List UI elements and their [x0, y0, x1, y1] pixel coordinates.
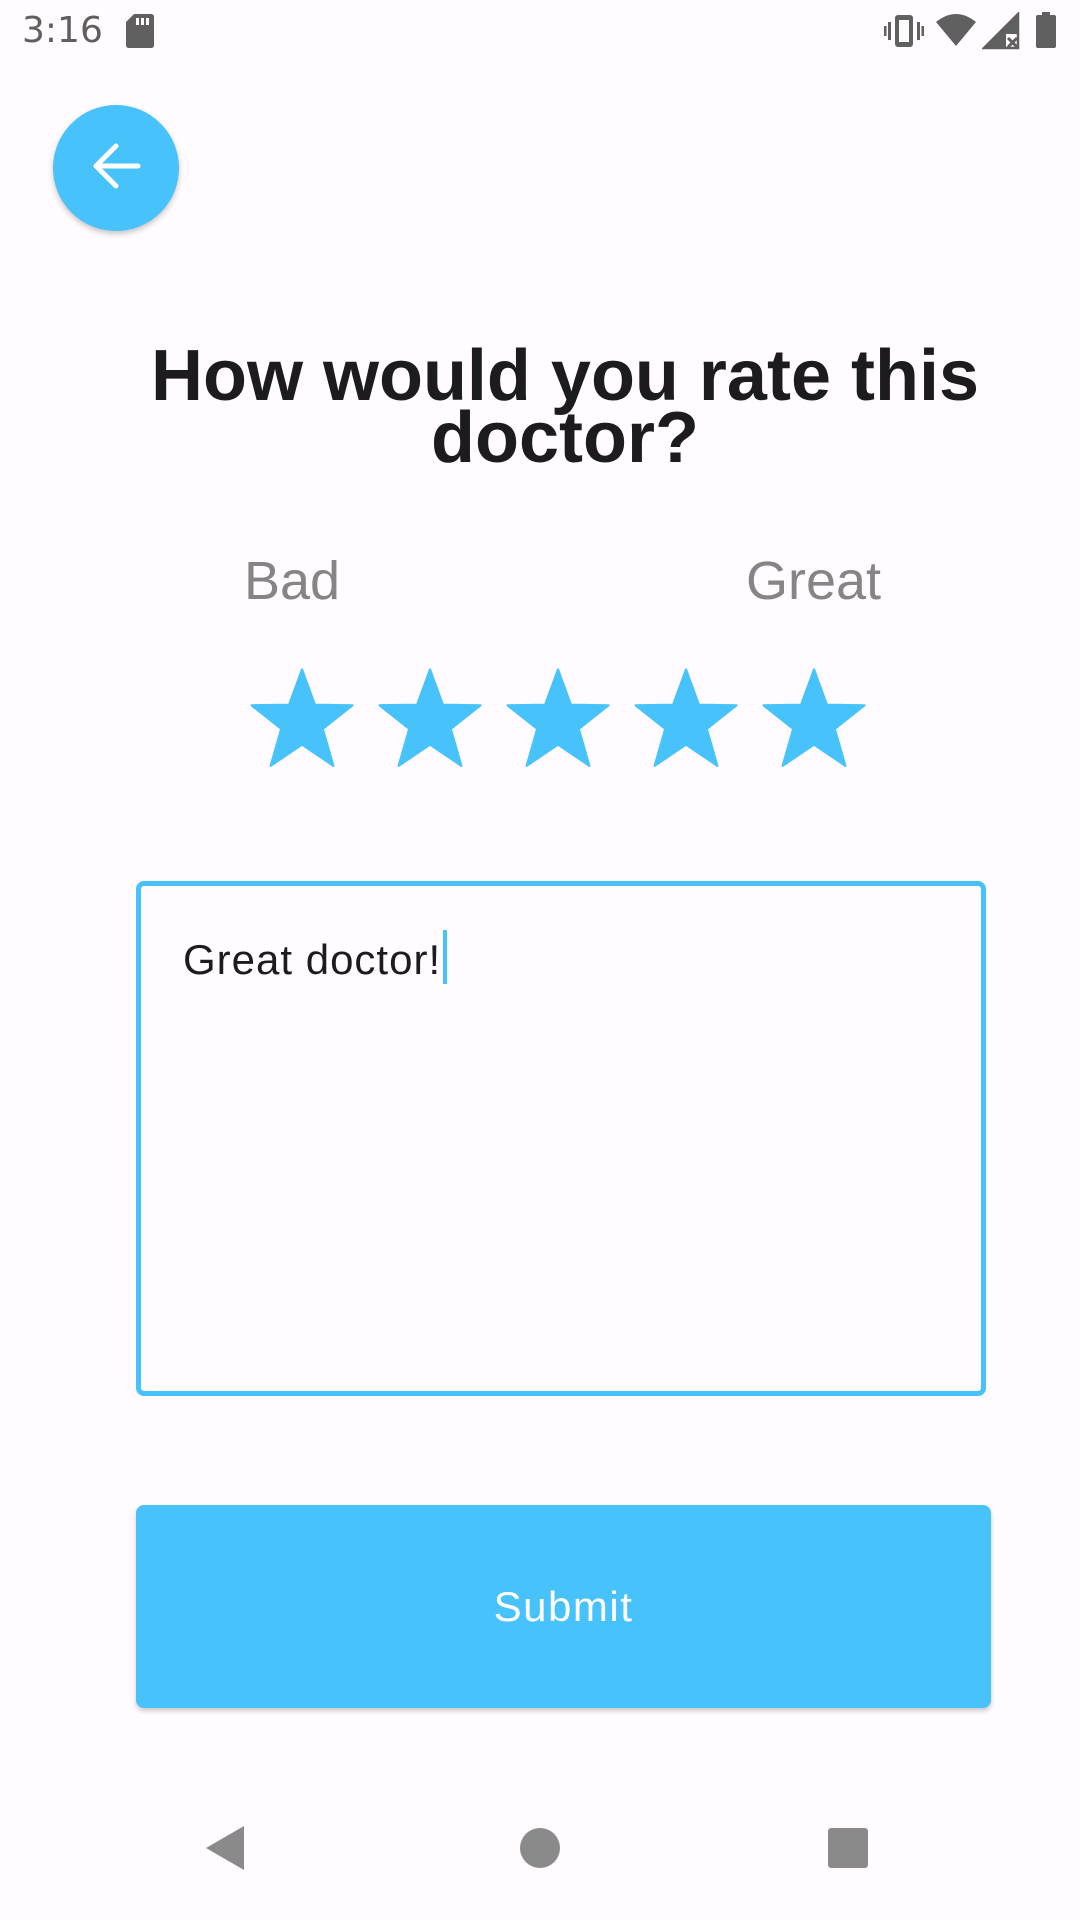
battery-icon — [1036, 12, 1056, 53]
page-title: How would you rate this doctor? — [150, 336, 980, 478]
comment-field[interactable]: Great doctor! — [136, 881, 986, 1396]
vibrate-icon — [884, 12, 924, 55]
wifi-icon — [936, 12, 976, 53]
nav-back-icon[interactable] — [204, 1824, 246, 1877]
sd-card-icon — [126, 14, 154, 53]
nav-recents-icon[interactable] — [827, 1827, 869, 1874]
star-icon[interactable] — [246, 665, 358, 777]
star-icon[interactable] — [374, 665, 486, 777]
nav-home-icon[interactable] — [518, 1826, 562, 1875]
arrow-left-icon — [88, 138, 144, 199]
signal-no-data-icon — [980, 10, 1020, 55]
rating-high-label: Great — [746, 551, 882, 611]
status-bar: 3:16 — [0, 0, 1080, 66]
star-icon[interactable] — [758, 665, 870, 777]
comment-value: Great doctor! — [183, 936, 442, 983]
back-button[interactable] — [53, 105, 179, 231]
status-time: 3:16 — [22, 10, 103, 51]
text-caret — [443, 930, 448, 984]
comment-text-wrap: Great doctor! — [183, 930, 448, 984]
rating-low-label: Bad — [244, 551, 341, 611]
star-icon[interactable] — [630, 665, 742, 777]
submit-label: Submit — [493, 1582, 634, 1630]
submit-button[interactable]: Submit — [136, 1505, 991, 1708]
star-rating[interactable] — [246, 665, 886, 780]
navigation-bar — [0, 1788, 1080, 1920]
star-icon[interactable] — [502, 665, 614, 777]
